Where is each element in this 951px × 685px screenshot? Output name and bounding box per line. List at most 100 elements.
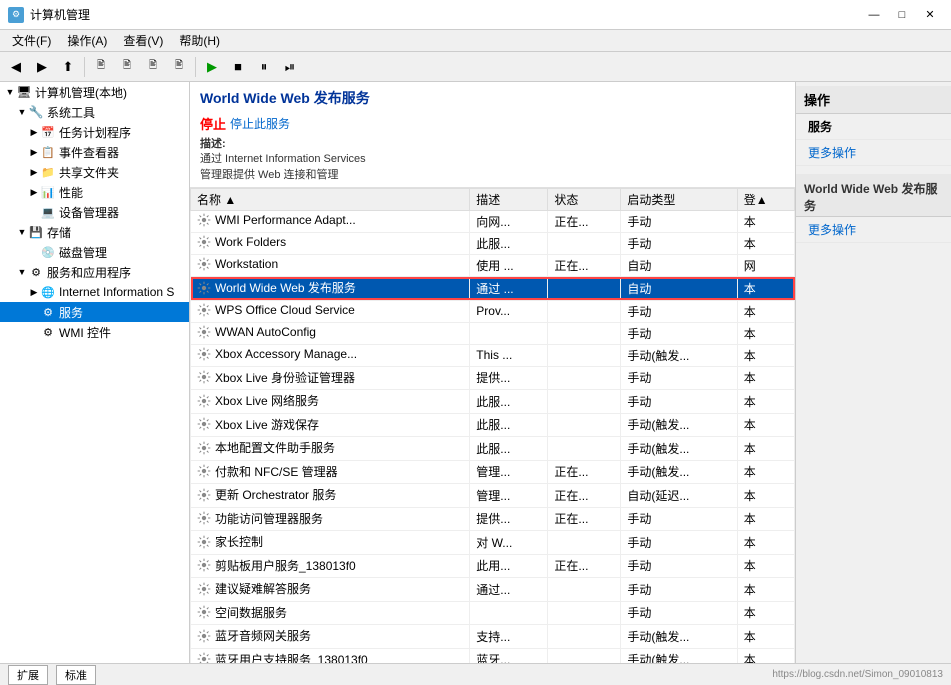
stop-service-link[interactable]: 停止此服务 — [230, 115, 290, 132]
service-status — [548, 390, 621, 414]
tree-item-services-apps[interactable]: ▼ ⚙ 服务和应用程序 — [0, 262, 189, 282]
service-list-container[interactable]: 名称 ▲ 描述 状态 启动类型 登▲ WMI Performance Adapt… — [190, 188, 795, 663]
arrow-icon — [28, 307, 40, 317]
service-desc: 蓝牙... — [470, 648, 548, 663]
service-startup: 手动 — [621, 507, 737, 531]
forward-button[interactable]: ▶ — [30, 56, 54, 78]
col-login[interactable]: 登▲ — [737, 189, 794, 211]
service-desc: 提供... — [470, 366, 548, 390]
table-row[interactable]: Workstation使用 ...正在...自动网 — [191, 255, 795, 277]
restart-service-btn[interactable]: ⏯ — [278, 56, 302, 78]
table-row[interactable]: 空间数据服务手动本 — [191, 601, 795, 625]
col-status[interactable]: 状态 — [548, 189, 621, 211]
start-service-btn[interactable]: ▶ — [200, 56, 224, 78]
table-row[interactable]: 功能访问管理器服务提供...正在...手动本 — [191, 507, 795, 531]
show-hide-btn[interactable]: 🖹 — [89, 56, 113, 78]
table-row[interactable]: 家长控制对 W...手动本 — [191, 531, 795, 555]
menu-file[interactable]: 文件(F) — [4, 30, 59, 51]
menu-view[interactable]: 查看(V) — [115, 30, 171, 51]
service-startup: 手动(触发... — [621, 413, 737, 437]
service-login: 本 — [737, 507, 794, 531]
arrow-icon: ▶ — [28, 287, 40, 298]
service-status — [548, 277, 621, 301]
up-button[interactable]: ⬆ — [56, 56, 80, 78]
service-name: Xbox Live 游戏保存 — [215, 416, 319, 433]
arrow-icon: ▶ — [28, 127, 40, 138]
col-name[interactable]: 名称 ▲ — [191, 189, 470, 211]
tree-item-disk-mgmt[interactable]: 💿 磁盘管理 — [0, 242, 189, 262]
back-button[interactable]: ◀ — [4, 56, 28, 78]
tree-item-device-manager[interactable]: 💻 设备管理器 — [0, 202, 189, 222]
table-row[interactable]: Work Folders此服...手动本 — [191, 233, 795, 255]
table-row[interactable]: WPS Office Cloud ServiceProv...手动本 — [191, 300, 795, 322]
table-row[interactable]: 本地配置文件助手服务此服...手动(触发...本 — [191, 437, 795, 461]
col-desc[interactable]: 描述 — [470, 189, 548, 211]
service-status — [548, 300, 621, 322]
table-row[interactable]: 蓝牙用户支持服务_138013f0蓝牙...手动(触发...本 — [191, 648, 795, 663]
pause-service-btn[interactable]: ⏸ — [252, 56, 276, 78]
table-row[interactable]: 剪贴板用户服务_138013f0此用...正在...手动本 — [191, 554, 795, 578]
gear-service-icon: 付款和 NFC/SE 管理器 — [197, 463, 338, 480]
tree-item-computer[interactable]: ▼ 🖥 计算机管理(本地) — [0, 82, 189, 102]
action-more-ops-2[interactable]: 更多操作 — [796, 217, 951, 243]
export-btn[interactable]: 🖹 — [115, 56, 139, 78]
service-login: 本 — [737, 390, 794, 414]
chart-icon: 📊 — [40, 184, 56, 200]
table-row[interactable]: Xbox Accessory Manage...This ...手动(触发...… — [191, 344, 795, 366]
table-row[interactable]: World Wide Web 发布服务通过 ...自动本 — [191, 277, 795, 301]
menu-bar: 文件(F) 操作(A) 查看(V) 帮助(H) — [0, 30, 951, 52]
gear-service-icon: 蓝牙用户支持服务_138013f0 — [197, 651, 368, 663]
tab-expand[interactable]: 扩展 — [8, 665, 48, 685]
action-more-ops-1[interactable]: 更多操作 — [796, 140, 951, 166]
minimize-button[interactable]: — — [861, 5, 887, 25]
desc-label: 描述: — [200, 138, 226, 150]
service-status — [548, 578, 621, 602]
actions-subtitle: World Wide Web 发布服务 — [796, 174, 951, 217]
tree-item-scheduler[interactable]: ▶ 📅 任务计划程序 — [0, 122, 189, 142]
arrow-icon — [28, 207, 40, 217]
table-row[interactable]: 付款和 NFC/SE 管理器管理...正在...手动(触发...本 — [191, 460, 795, 484]
table-row[interactable]: 蓝牙音频网关服务支持...手动(触发...本 — [191, 625, 795, 649]
stop-label: 停止 — [200, 114, 226, 133]
stop-service-btn[interactable]: ■ — [226, 56, 250, 78]
tree-item-performance[interactable]: ▶ 📊 性能 — [0, 182, 189, 202]
tree-label-scheduler: 任务计划程序 — [59, 124, 131, 141]
refresh-btn[interactable]: 🖹 — [141, 56, 165, 78]
table-row[interactable]: 建议疑难解答服务通过...手动本 — [191, 578, 795, 602]
menu-help[interactable]: 帮助(H) — [171, 30, 228, 51]
gear-service-icon: 剪贴板用户服务_138013f0 — [197, 557, 356, 574]
maximize-button[interactable]: □ — [889, 5, 915, 25]
table-row[interactable]: WWAN AutoConfig手动本 — [191, 322, 795, 344]
folder-icon: 📁 — [40, 164, 56, 180]
tree-item-storage[interactable]: ▼ 💾 存储 — [0, 222, 189, 242]
tree-item-tools[interactable]: ▼ 🔧 系统工具 — [0, 102, 189, 122]
table-row[interactable]: Xbox Live 网络服务此服...手动本 — [191, 390, 795, 414]
tree-item-services[interactable]: ⚙ 服务 — [0, 302, 189, 322]
table-row[interactable]: Xbox Live 游戏保存此服...手动(触发...本 — [191, 413, 795, 437]
tree-item-iis[interactable]: ▶ 🌐 Internet Information S — [0, 282, 189, 302]
tree-item-event-viewer[interactable]: ▶ 📋 事件查看器 — [0, 142, 189, 162]
close-button[interactable]: ✕ — [917, 5, 943, 25]
properties-btn[interactable]: 🖹 — [167, 56, 191, 78]
menu-action[interactable]: 操作(A) — [59, 30, 115, 51]
table-row[interactable]: 更新 Orchestrator 服务管理...正在...自动(延迟...本 — [191, 484, 795, 508]
table-row[interactable]: WMI Performance Adapt...向网...正在...手动本 — [191, 211, 795, 233]
service-icon: ⚙ — [40, 304, 56, 320]
service-startup: 手动 — [621, 300, 737, 322]
iis-icon: 🌐 — [40, 284, 56, 300]
service-login: 本 — [737, 413, 794, 437]
service-name: Xbox Live 身份验证管理器 — [215, 369, 355, 386]
tree-item-shared-folders[interactable]: ▶ 📁 共享文件夹 — [0, 162, 189, 182]
service-login: 本 — [737, 625, 794, 649]
tree-label-disk: 磁盘管理 — [59, 244, 107, 261]
col-startup[interactable]: 启动类型 — [621, 189, 737, 211]
table-row[interactable]: Xbox Live 身份验证管理器提供...手动本 — [191, 366, 795, 390]
tree-item-wmi[interactable]: ⚙ WMI 控件 — [0, 322, 189, 342]
action-services[interactable]: 服务 — [796, 114, 951, 140]
gear-service-icon: 家长控制 — [197, 533, 263, 550]
service-status: 正在... — [548, 211, 621, 233]
toolbar-sep-2 — [195, 57, 196, 77]
tab-standard[interactable]: 标准 — [56, 665, 96, 685]
gear-service-icon: 建议疑难解答服务 — [197, 580, 311, 597]
wmi-icon: ⚙ — [40, 324, 56, 340]
